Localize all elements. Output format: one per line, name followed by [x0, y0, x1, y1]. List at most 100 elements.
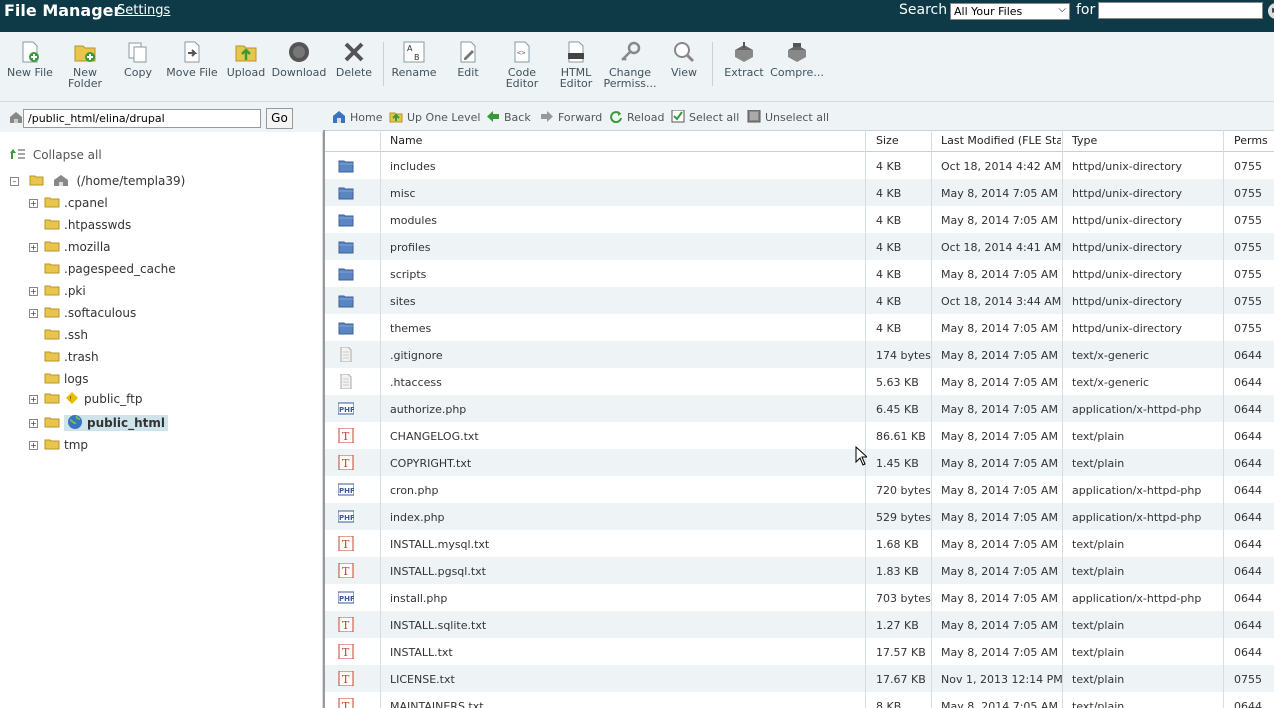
compress-button[interactable]: Compre... — [768, 40, 826, 78]
file-row[interactable]: T INSTALL.pgsql.txt 1.83 KB May 8, 2014 7:0… — [325, 557, 1274, 584]
file-name[interactable]: INSTALL.pgsql.txt — [390, 565, 486, 578]
file-perms[interactable]: 0644 — [1234, 511, 1262, 524]
file-perms[interactable]: 0644 — [1234, 646, 1262, 659]
code-editor-button[interactable]: <> Code Editor — [493, 40, 551, 89]
selected-folder[interactable]: public_html — [64, 415, 168, 431]
file-row[interactable]: PHP cron.php 720 bytes May 8, 2014 7:05 AM a… — [325, 476, 1274, 503]
file-name[interactable]: sites — [390, 295, 416, 308]
change-permissions-button[interactable]: Change Permiss... — [601, 40, 659, 89]
file-row[interactable]: T LICENSE.txt 17.67 KB Nov 1, 2013 12:14 PM… — [325, 665, 1274, 692]
file-name[interactable]: modules — [390, 214, 437, 227]
file-name[interactable]: install.php — [390, 592, 447, 605]
file-row[interactable]: PHP index.php 529 bytes May 8, 2014 7:05 AM… — [325, 503, 1274, 530]
file-name[interactable]: .gitignore — [390, 349, 443, 362]
edit-button[interactable]: Edit — [439, 40, 497, 78]
unselect-all-button[interactable]: Unselect all — [747, 110, 829, 124]
file-name[interactable]: scripts — [390, 268, 426, 281]
file-perms[interactable]: 0644 — [1234, 457, 1262, 470]
collapse-all-button[interactable]: Collapse all — [9, 148, 102, 162]
search-go-button[interactable]: ► — [1268, 3, 1274, 19]
file-perms[interactable]: 0644 — [1234, 376, 1262, 389]
expand-toggle-icon[interactable]: + — [29, 395, 38, 404]
new-folder-button[interactable]: New Folder — [56, 40, 114, 89]
forward-button[interactable]: Forward — [540, 110, 602, 124]
view-button[interactable]: View — [655, 40, 713, 78]
tree-item-htpasswds[interactable]: .htpasswds — [29, 218, 131, 232]
file-perms[interactable]: 0644 — [1234, 430, 1262, 443]
file-perms[interactable]: 0755 — [1234, 673, 1262, 686]
column-perms[interactable]: Perms — [1234, 134, 1268, 147]
expand-toggle-icon[interactable]: + — [29, 309, 38, 318]
file-name[interactable]: profiles — [390, 241, 430, 254]
back-button[interactable]: Back — [486, 110, 531, 124]
expand-toggle-icon[interactable]: + — [29, 419, 38, 428]
expand-toggle-icon[interactable]: + — [29, 441, 38, 450]
file-name[interactable]: includes — [390, 160, 436, 173]
file-perms[interactable]: 0755 — [1234, 241, 1262, 254]
select-all-button[interactable]: Select all — [671, 110, 739, 124]
file-perms[interactable]: 0644 — [1234, 403, 1262, 416]
file-perms[interactable]: 0644 — [1234, 592, 1262, 605]
reload-button[interactable]: Reload — [609, 110, 664, 124]
file-name[interactable]: INSTALL.sqlite.txt — [390, 619, 486, 632]
file-row[interactable]: T CHANGELOG.txt 86.61 KB May 8, 2014 7:05 A… — [325, 422, 1274, 449]
file-name[interactable]: misc — [390, 187, 416, 200]
file-name[interactable]: COPYRIGHT.txt — [390, 457, 471, 470]
tree-item-public-html[interactable]: + public_html — [29, 414, 168, 431]
expand-toggle-icon[interactable]: + — [29, 287, 38, 296]
file-perms[interactable]: 0755 — [1234, 295, 1262, 308]
tree-item-cpanel[interactable]: + .cpanel — [29, 196, 108, 210]
file-name[interactable]: LICENSE.txt — [390, 673, 455, 686]
tree-item-tmp[interactable]: + tmp — [29, 438, 88, 452]
up-one-level-button[interactable]: Up One Level — [389, 110, 480, 124]
file-name[interactable]: .htaccess — [390, 376, 442, 389]
file-row[interactable]: themes 4 KB May 8, 2014 7:05 AM httpd/unix-… — [325, 314, 1274, 341]
tree-item-public-ftp[interactable]: +! public_ftp — [29, 392, 142, 406]
tree-item-mozilla[interactable]: + .mozilla — [29, 240, 111, 254]
html-editor-button[interactable]: HTML Editor — [547, 40, 605, 89]
file-name[interactable]: MAINTAINERS.txt — [390, 700, 484, 708]
file-perms[interactable]: 0755 — [1234, 187, 1262, 200]
file-row[interactable]: .htaccess 5.63 KB May 8, 2014 7:05 AM text/… — [325, 368, 1274, 395]
collapse-toggle-icon[interactable]: – — [10, 177, 19, 186]
expand-toggle-icon[interactable]: + — [29, 243, 38, 252]
file-name[interactable]: index.php — [390, 511, 445, 524]
tree-item-pagespeed-cache[interactable]: .pagespeed_cache — [29, 262, 176, 276]
file-perms[interactable]: 0755 — [1234, 160, 1262, 173]
path-input[interactable]: /public_html/elina/drupal — [23, 109, 261, 128]
file-row[interactable]: PHP authorize.php 6.45 KB May 8, 2014 7:05 … — [325, 395, 1274, 422]
download-button[interactable]: Download — [270, 40, 328, 78]
tree-item-ssh[interactable]: .ssh — [29, 328, 88, 342]
file-row[interactable]: scripts 4 KB May 8, 2014 7:05 AM httpd/unix… — [325, 260, 1274, 287]
file-perms[interactable]: 0644 — [1234, 565, 1262, 578]
file-perms[interactable]: 0644 — [1234, 538, 1262, 551]
file-name[interactable]: themes — [390, 322, 431, 335]
file-row[interactable]: misc 4 KB May 8, 2014 7:05 AM httpd/unix-di… — [325, 179, 1274, 206]
file-perms[interactable]: 0755 — [1234, 214, 1262, 227]
file-name[interactable]: CHANGELOG.txt — [390, 430, 479, 443]
file-row[interactable]: modules 4 KB May 8, 2014 7:05 AM httpd/unix… — [325, 206, 1274, 233]
column-name[interactable]: Name — [390, 134, 422, 147]
file-row[interactable]: T INSTALL.txt 17.57 KB May 8, 2014 7:05 AM t… — [325, 638, 1274, 665]
file-row[interactable]: profiles 4 KB Oct 18, 2014 4:41 AM httpd/un… — [325, 233, 1274, 260]
upload-button[interactable]: Upload — [217, 40, 275, 78]
tree-root[interactable]: – (/home/templa39) — [10, 174, 185, 188]
file-perms[interactable]: 0755 — [1234, 322, 1262, 335]
file-row[interactable]: PHP install.php 703 bytes May 8, 2014 7:05 … — [325, 584, 1274, 611]
file-name[interactable]: INSTALL.txt — [390, 646, 453, 659]
column-last-modified[interactable]: Last Modified (FLE Standard Time) — [941, 134, 1061, 147]
file-perms[interactable]: 0644 — [1234, 349, 1262, 362]
expand-toggle-icon[interactable]: + — [29, 199, 38, 208]
file-row[interactable]: sites 4 KB Oct 18, 2014 3:44 AM httpd/unix-… — [325, 287, 1274, 314]
file-row[interactable]: T COPYRIGHT.txt 1.45 KB May 8, 2014 7:05 AM… — [325, 449, 1274, 476]
move-file-button[interactable]: Move File — [163, 40, 221, 78]
file-row[interactable]: .gitignore 174 bytes May 8, 2014 7:05 AM te… — [325, 341, 1274, 368]
file-row[interactable]: includes 4 KB Oct 18, 2014 4:42 AM httpd/un… — [325, 152, 1274, 179]
tree-item-softaculous[interactable]: + .softaculous — [29, 306, 136, 320]
file-perms[interactable]: 0644 — [1234, 619, 1262, 632]
file-row[interactable]: T MAINTAINERS.txt 8 KB May 8, 2014 7:05 AM t… — [325, 692, 1274, 708]
file-perms[interactable]: 0644 — [1234, 484, 1262, 497]
search-scope-select[interactable]: All Your Files ⌵ — [950, 3, 1070, 20]
home-button[interactable]: Home — [332, 110, 382, 124]
copy-button[interactable]: Copy — [109, 40, 167, 78]
